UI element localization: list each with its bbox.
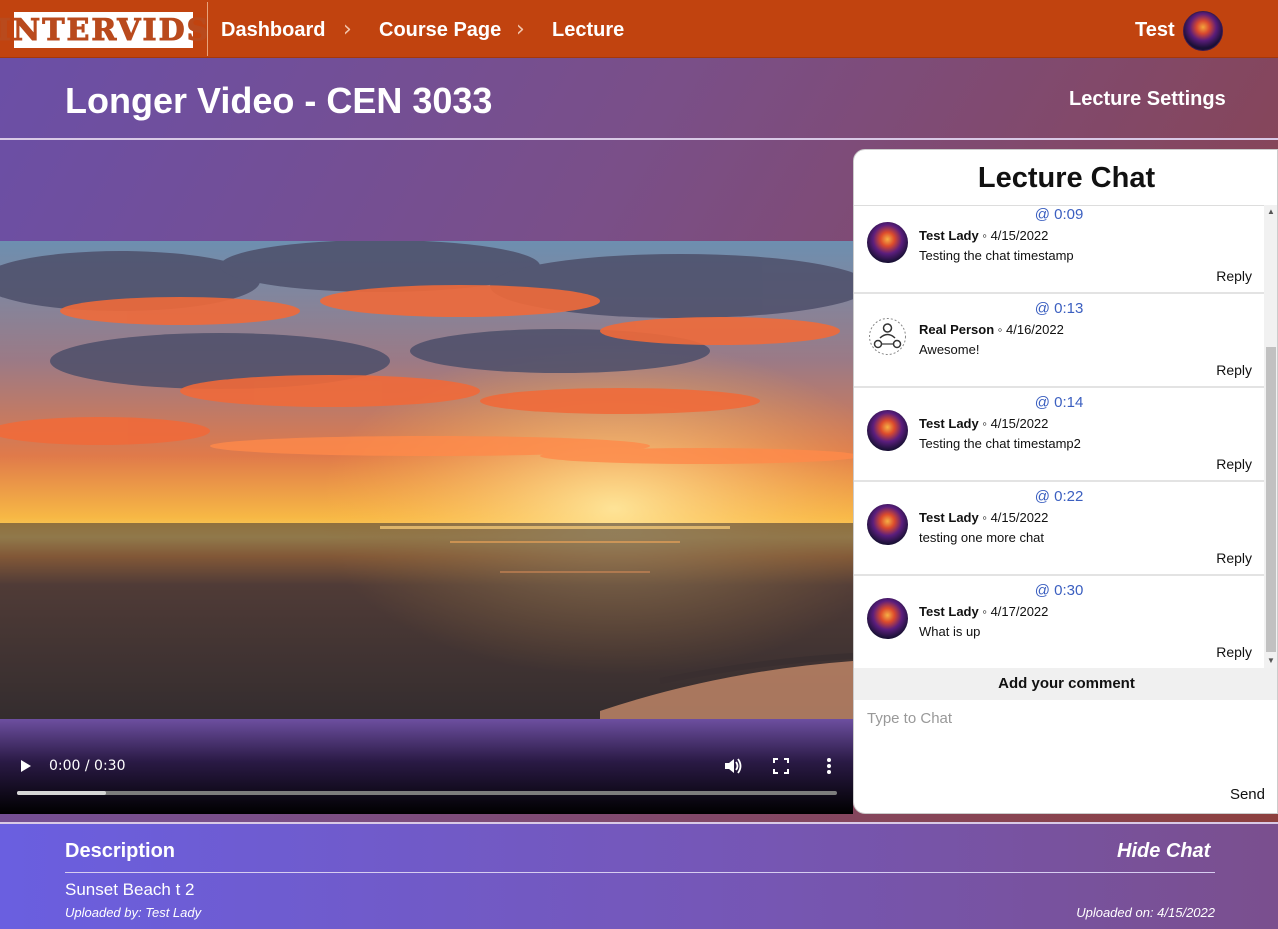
video-progress-bar[interactable] (17, 791, 837, 795)
lecture-header: Longer Video - CEN 3033 Lecture Settings (0, 58, 1278, 140)
chat-message-text: Awesome! (919, 342, 980, 357)
chevron-right-icon: › (343, 17, 352, 42)
avatar (867, 598, 908, 639)
chat-timestamp[interactable]: @ 0:14 (854, 394, 1264, 411)
chat-timestamp[interactable]: @ 0:30 (854, 582, 1264, 599)
description-heading: Description (65, 840, 176, 862)
breadcrumb-dashboard[interactable]: Dashboard (221, 19, 325, 42)
hide-chat-button[interactable]: Hide Chat (1117, 840, 1210, 863)
description-section: Description Hide Chat Sunset Beach t 2 U… (0, 822, 1278, 929)
send-button[interactable]: Send (1230, 786, 1265, 803)
sunset-video-image (0, 241, 853, 719)
add-comment-label: Add your comment (854, 668, 1277, 700)
more-options-icon[interactable] (826, 757, 832, 775)
fullscreen-icon[interactable] (773, 758, 789, 774)
page-title: Longer Video - CEN 3033 (65, 80, 493, 121)
volume-icon[interactable] (723, 757, 743, 775)
chat-timestamp[interactable]: @ 0:09 (854, 206, 1264, 223)
scroll-thumb[interactable] (1266, 347, 1276, 652)
uploaded-by: Uploaded by: Test Lady (65, 905, 202, 920)
video-controls: 0:00 / 0:30 (0, 719, 853, 814)
reply-button[interactable]: Reply (1216, 550, 1252, 566)
reply-button[interactable]: Reply (1216, 268, 1252, 284)
chat-message-text: What is up (919, 624, 981, 639)
scroll-down-icon[interactable]: ▼ (1267, 656, 1275, 665)
uploaded-on: Uploaded on: 4/15/2022 (1076, 905, 1215, 920)
lecture-chat-panel: Lecture Chat @ 0:09 Test Lady ◦ 4/15/202… (853, 149, 1278, 814)
chat-message-text: Testing the chat timestamp2 (919, 436, 1081, 451)
chat-message-text: Testing the chat timestamp (919, 248, 1074, 263)
chat-timestamp[interactable]: @ 0:13 (854, 300, 1264, 317)
chat-author: Real Person ◦ 4/16/2022 (919, 322, 1064, 337)
nav-divider (207, 2, 208, 56)
video-frame[interactable] (0, 241, 853, 719)
breadcrumb-lecture[interactable]: Lecture (552, 19, 624, 42)
reply-button[interactable]: Reply (1216, 362, 1252, 378)
intervids-logo[interactable]: INTERVIDS (0, 10, 209, 50)
play-icon[interactable] (20, 759, 32, 773)
video-time: 0:00 / 0:30 (49, 758, 126, 774)
chat-message: @ 0:14 Test Lady ◦ 4/15/2022 Testing the… (854, 388, 1264, 482)
reply-button[interactable]: Reply (1216, 644, 1252, 660)
description-text: Sunset Beach t 2 (65, 880, 195, 899)
chat-author: Test Lady ◦ 4/15/2022 (919, 416, 1049, 431)
logo-text: INTERVIDS (0, 12, 211, 48)
divider (65, 872, 1215, 873)
chat-message: @ 0:22 Test Lady ◦ 4/15/2022 testing one… (854, 482, 1264, 576)
lecture-settings-button[interactable]: Lecture Settings (1069, 88, 1226, 111)
user-avatar[interactable] (1183, 11, 1223, 51)
chat-author: Test Lady ◦ 4/15/2022 (919, 228, 1049, 243)
reply-button[interactable]: Reply (1216, 456, 1252, 472)
chat-message: @ 0:13 Real Person ◦ 4/16/2022 Awesome! … (854, 294, 1264, 388)
chat-message: @ 0:09 Test Lady ◦ 4/15/2022 Testing the… (854, 206, 1264, 294)
chat-timestamp[interactable]: @ 0:22 (854, 488, 1264, 505)
video-progress-fill (17, 791, 106, 795)
chat-title: Lecture Chat (977, 162, 1156, 194)
chat-input[interactable] (854, 700, 1277, 780)
chat-message-list[interactable]: @ 0:09 Test Lady ◦ 4/15/2022 Testing the… (854, 205, 1264, 668)
chevron-right-icon: › (516, 17, 525, 42)
chat-message-text: testing one more chat (919, 530, 1045, 545)
chat-author: Test Lady ◦ 4/17/2022 (919, 604, 1049, 619)
video-player[interactable]: 0:00 / 0:30 (0, 241, 853, 814)
avatar (867, 504, 908, 545)
person-network-icon (869, 318, 906, 355)
chat-scrollbar[interactable]: ▲ ▼ (1264, 205, 1277, 668)
breadcrumb-course-page[interactable]: Course Page (379, 19, 501, 42)
avatar (867, 222, 908, 263)
top-nav: INTERVIDS Dashboard › Course Page › Lect… (0, 0, 1278, 58)
user-name[interactable]: Test (1135, 19, 1175, 42)
avatar (867, 410, 908, 451)
chat-author: Test Lady ◦ 4/15/2022 (919, 510, 1049, 525)
chat-message: @ 0:30 Test Lady ◦ 4/17/2022 What is up … (854, 576, 1264, 668)
scroll-up-icon[interactable]: ▲ (1267, 207, 1275, 216)
